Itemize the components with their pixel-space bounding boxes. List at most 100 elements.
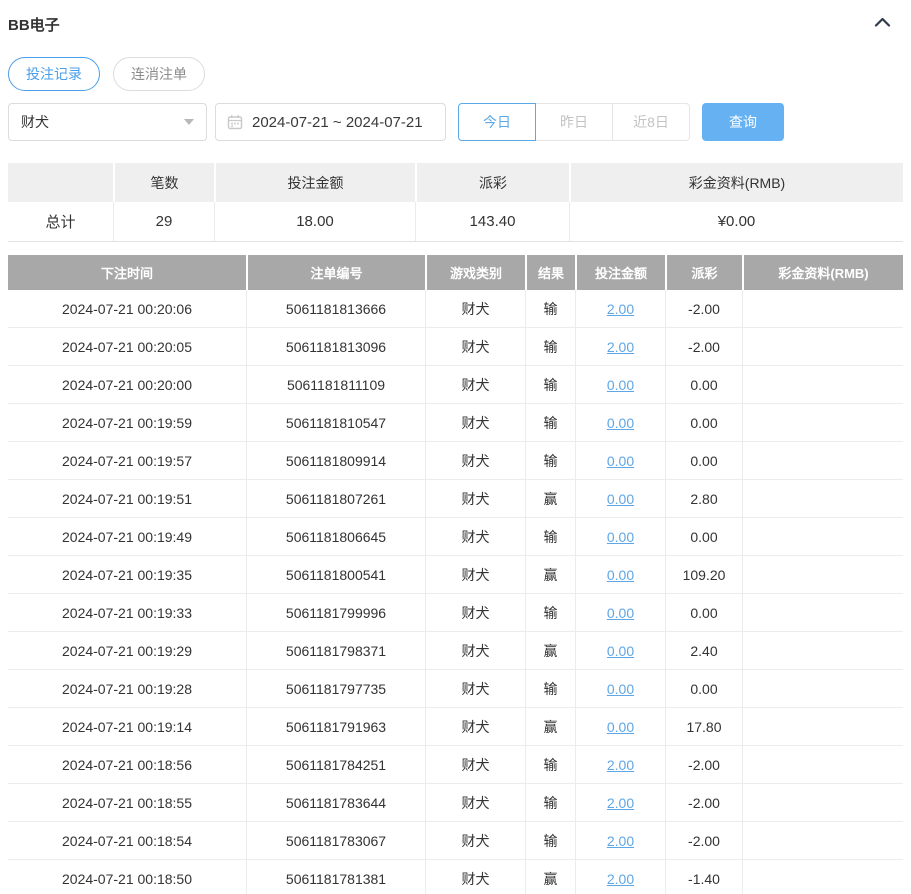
bet-amount-link[interactable]: 0.00 <box>607 491 634 507</box>
bonus-value <box>742 328 903 365</box>
bet-amount-cell: 2.00 <box>575 822 665 859</box>
bet-amount-link[interactable]: 0.00 <box>607 719 634 735</box>
date-range-value: 2024-07-21 ~ 2024-07-21 <box>252 113 423 131</box>
bonus-value <box>742 746 903 783</box>
tab-bet-records[interactable]: 投注记录 <box>8 57 100 91</box>
summary-header-empty <box>8 163 113 202</box>
last-8-days-button[interactable]: 近8日 <box>612 103 690 141</box>
date-range-input[interactable]: 2024-07-21 ~ 2024-07-21 <box>215 103 446 141</box>
bet-amount-link[interactable]: 2.00 <box>607 871 634 887</box>
bet-amount-cell: 0.00 <box>575 632 665 669</box>
calendar-icon <box>227 114 243 130</box>
bet-table: 下注时间 注单编号 游戏类别 结果 投注金额 派彩 彩金资料(RMB) 2024… <box>8 255 903 894</box>
payout-value: -2.00 <box>665 328 742 365</box>
summary-total-payout: 143.40 <box>415 202 569 241</box>
bet-time: 2024-07-21 00:20:00 <box>62 376 192 393</box>
payout-value: 0.00 <box>665 404 742 441</box>
bet-number: 5061181783067 <box>246 822 425 859</box>
table-row: 2024-07-21 00:20:05 5061181813096 财犬输 2.00 -… <box>8 328 903 366</box>
bonus-value <box>742 366 903 403</box>
bet-amount-link[interactable]: 0.00 <box>607 453 634 469</box>
summary-total-count: 29 <box>113 202 214 241</box>
game-type: 财犬 <box>425 860 525 894</box>
bet-time: 2024-07-21 00:19:57 <box>62 452 192 469</box>
tab-cancelled-bets[interactable]: 连消注单 <box>113 57 205 91</box>
bet-number: 5061181798371 <box>246 632 425 669</box>
game-type: 财犬 <box>425 290 525 327</box>
bet-amount-link[interactable]: 0.00 <box>607 377 634 393</box>
summary-total-bonus: ¥0.00 <box>569 202 903 241</box>
bet-amount-link[interactable]: 2.00 <box>607 301 634 317</box>
bet-amount-link[interactable]: 2.00 <box>607 757 634 773</box>
bet-amount-link[interactable]: 2.00 <box>607 833 634 849</box>
bet-amount-cell: 2.00 <box>575 860 665 894</box>
game-type: 财犬 <box>425 480 525 517</box>
bet-amount-cell: 0.00 <box>575 480 665 517</box>
header-result: 结果 <box>525 255 575 290</box>
payout-value: -1.40 <box>665 860 742 894</box>
bet-amount-link[interactable]: 0.00 <box>607 415 634 431</box>
bet-number: 5061181813096 <box>246 328 425 365</box>
bet-result: 输 <box>525 822 575 859</box>
table-row: 2024-07-21 00:18:55 5061181783644 财犬输 2.00 -… <box>8 784 903 822</box>
bonus-value <box>742 632 903 669</box>
today-button[interactable]: 今日 <box>458 103 536 141</box>
payout-value: 17.80 <box>665 708 742 745</box>
chevron-down-icon <box>184 119 194 125</box>
bet-amount-link[interactable]: 2.00 <box>607 339 634 355</box>
bonus-value <box>742 480 903 517</box>
table-row: 2024-07-21 00:19:14 5061181791963 财犬赢 0.00 1… <box>8 708 903 746</box>
bet-number: 5061181809914 <box>246 442 425 479</box>
bet-result: 输 <box>525 290 575 327</box>
bet-amount-link[interactable]: 0.00 <box>607 529 634 545</box>
game-type: 财犬 <box>425 670 525 707</box>
bet-result: 输 <box>525 518 575 555</box>
bet-number: 5061181781381 <box>246 860 425 894</box>
bet-amount-link[interactable]: 0.00 <box>607 605 634 621</box>
search-button[interactable]: 查询 <box>702 103 784 141</box>
payout-value: -2.00 <box>665 746 742 783</box>
panel-header: BB电子 <box>8 0 903 36</box>
bet-time: 2024-07-21 00:20:06 <box>62 300 192 317</box>
payout-value: 0.00 <box>665 518 742 555</box>
bet-amount-cell: 0.00 <box>575 594 665 631</box>
bet-time: 2024-07-21 00:18:56 <box>62 756 192 773</box>
payout-value: -2.00 <box>665 290 742 327</box>
bet-time: 2024-07-21 00:19:33 <box>62 604 192 621</box>
summary-header-row: 笔数 投注金额 派彩 彩金资料(RMB) <box>8 163 903 202</box>
table-row: 2024-07-21 00:19:33 5061181799996 财犬输 0.00 0… <box>8 594 903 632</box>
payout-value: -2.00 <box>665 784 742 821</box>
bet-amount-link[interactable]: 2.00 <box>607 795 634 811</box>
bet-amount-link[interactable]: 0.00 <box>607 567 634 583</box>
table-row: 2024-07-21 00:19:59 5061181810547 财犬输 0.00 0… <box>8 404 903 442</box>
search-button-label: 查询 <box>729 114 757 130</box>
summary-total-bet-amount: 18.00 <box>214 202 415 241</box>
bet-amount-cell: 2.00 <box>575 746 665 783</box>
collapse-panel-button[interactable] <box>872 13 893 36</box>
bet-amount-cell: 0.00 <box>575 556 665 593</box>
bet-time: 2024-07-21 00:20:05 <box>62 338 192 355</box>
table-row: 2024-07-21 00:19:28 5061181797735 财犬输 0.00 0… <box>8 670 903 708</box>
today-button-label: 今日 <box>483 114 511 130</box>
yesterday-button-label: 昨日 <box>560 114 588 130</box>
game-type: 财犬 <box>425 442 525 479</box>
table-row: 2024-07-21 00:20:06 5061181813666 财犬输 2.00 -… <box>8 290 903 328</box>
summary-header-bet-amount: 投注金额 <box>214 163 415 202</box>
table-row: 2024-07-21 00:19:57 5061181809914 财犬输 0.00 0… <box>8 442 903 480</box>
bonus-value <box>742 404 903 441</box>
bet-amount-cell: 0.00 <box>575 518 665 555</box>
yesterday-button[interactable]: 昨日 <box>535 103 613 141</box>
bet-time: 2024-07-21 00:19:51 <box>62 490 192 507</box>
game-select[interactable]: 财犬 <box>8 103 207 141</box>
bet-result: 赢 <box>525 860 575 894</box>
bonus-value <box>742 670 903 707</box>
table-row: 2024-07-21 00:19:51 5061181807261 财犬赢 0.00 2… <box>8 480 903 518</box>
bet-number: 5061181783644 <box>246 784 425 821</box>
tab-label: 连消注单 <box>131 66 187 82</box>
bonus-value <box>742 784 903 821</box>
payout-value: 2.80 <box>665 480 742 517</box>
bet-time: 2024-07-21 00:19:59 <box>62 414 192 431</box>
bet-amount-link[interactable]: 0.00 <box>607 643 634 659</box>
bet-amount-link[interactable]: 0.00 <box>607 681 634 697</box>
game-type: 财犬 <box>425 594 525 631</box>
